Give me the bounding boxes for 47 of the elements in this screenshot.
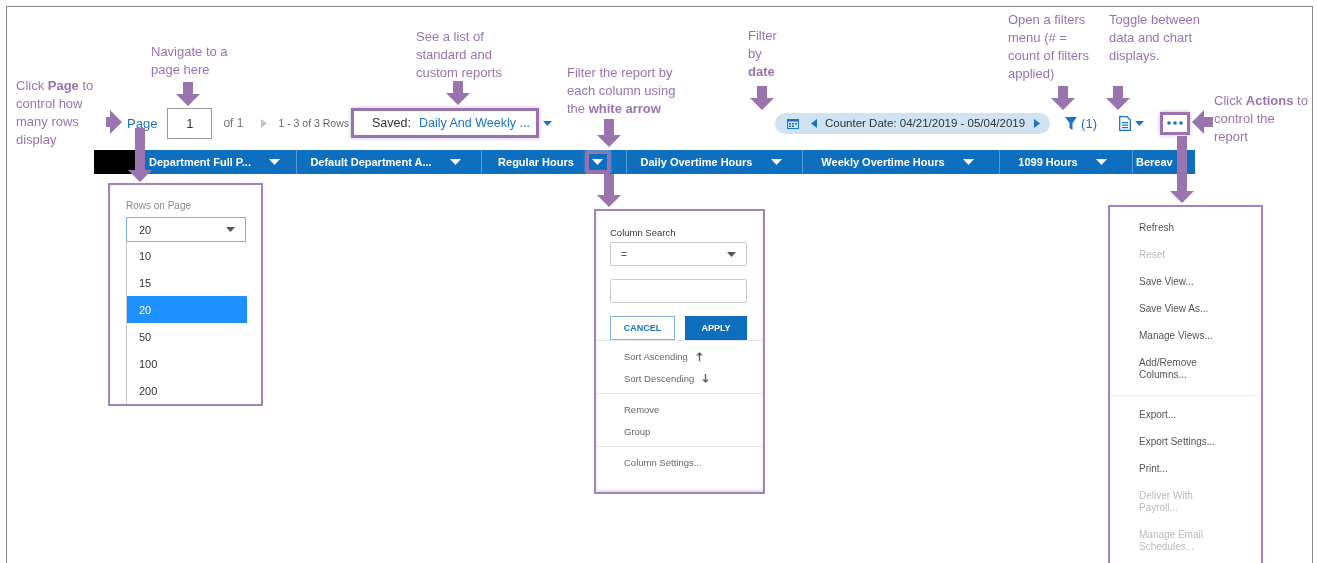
column-header[interactable]: Regular Hours [498,156,574,168]
rows-option[interactable]: 15 [127,269,247,296]
menu-item[interactable]: Export Settings... [1139,429,1231,456]
menu-item[interactable]: Refresh [1139,215,1231,242]
rows-option[interactable]: 20 [127,296,247,323]
menu-item[interactable]: Export... [1139,402,1231,429]
column-header[interactable]: Default Department A... [310,156,432,168]
menu-item[interactable]: Group [624,425,651,437]
callout-text: Filter the report by each column using the white arrow [567,64,677,118]
row-count: 1 - 3 of 3 Rows [278,117,349,129]
rows-select[interactable]: 20 [126,217,246,242]
apply-button[interactable]: APPLY [685,316,747,340]
menu-item[interactable]: Column Settings... [624,456,702,468]
saved-report-selector[interactable]: Saved: Daily And Weekly ... [351,108,539,138]
callout-text: Filter by date [748,27,778,81]
rows-label: Rows on Page [126,200,193,211]
page-total: of 1 [223,116,244,130]
rows-option[interactable]: 100 [127,350,247,377]
callout-text: Navigate to a page here [151,43,229,79]
rows-option[interactable]: 200 [127,377,247,404]
menu-item[interactable]: Print... [1139,456,1231,483]
callout-text: Click Actions to control the report [1214,92,1308,146]
date-filter[interactable]: Counter Date: 04/21/2019 - 05/04/2019 [775,112,1051,134]
column-header[interactable]: Daily Overtime Hours [640,156,753,168]
column-header[interactable]: Department Full P... [149,156,251,168]
column-header[interactable]: Weekly Overtime Hours [821,156,945,168]
rows-option[interactable]: 10 [127,242,247,269]
column-header[interactable]: 1099 Hours [1018,156,1078,168]
menu-item[interactable]: Manage Views... [1139,323,1231,350]
cancel-button[interactable]: CANCEL [610,316,675,340]
menu-item[interactable]: Remove [624,403,660,415]
callout-text: Toggle between data and chart displays. [1109,11,1202,65]
menu-item[interactable]: Sort Ascending [624,350,688,362]
filter-count[interactable]: (1) [1081,115,1097,131]
menu-item[interactable]: Save View As... [1139,296,1231,323]
menu-item[interactable]: Add/Remove Columns... [1139,350,1231,389]
page-link[interactable]: Page [127,115,158,131]
menu-item[interactable]: Sort Descending [624,372,695,384]
callout-text: Open a filters menu (# = count of filters applied) [1008,11,1090,83]
callout-text: See a list of standard and custom reports [416,28,503,82]
rows-option[interactable]: 50 [127,323,247,350]
operator-select[interactable]: = [610,242,747,266]
callout-text: Click Page to control how many rows display [16,77,95,149]
column-header[interactable]: Bereav [1133,156,1173,168]
column-search-label: Column Search [610,227,677,238]
page-number-field[interactable]: 1 [167,107,213,139]
menu-item[interactable]: Save View... [1139,269,1231,296]
